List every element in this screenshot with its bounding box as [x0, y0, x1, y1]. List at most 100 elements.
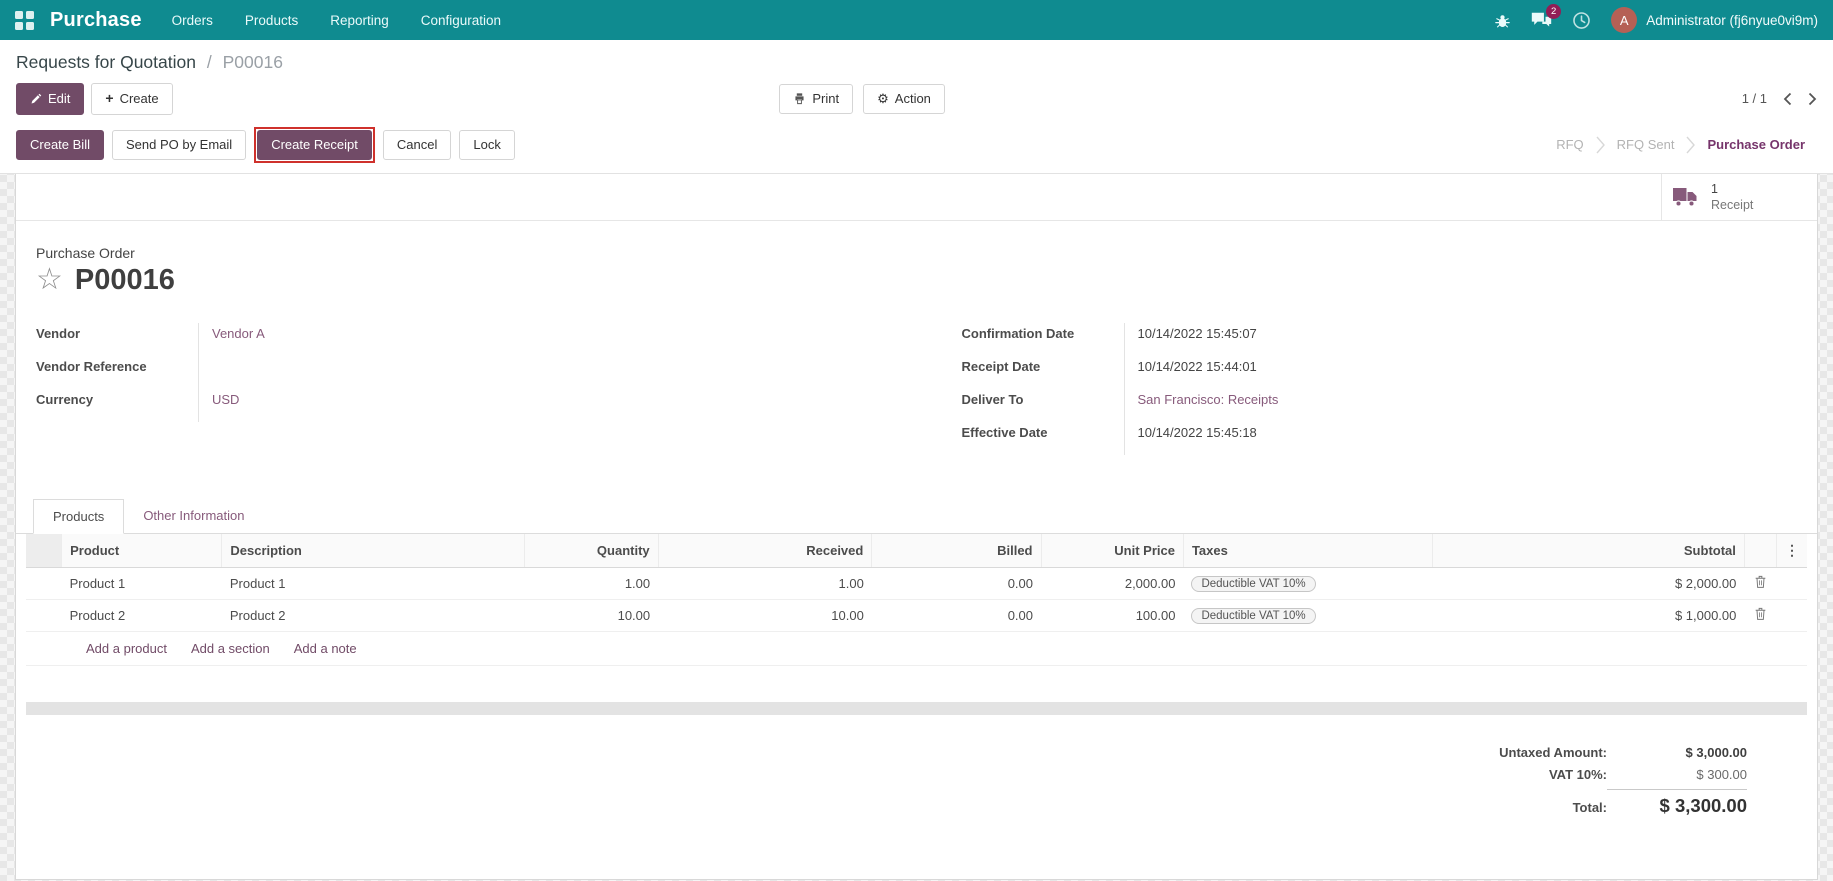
- table-row[interactable]: Product 2 Product 2 10.00 10.00 0.00 100…: [26, 599, 1807, 632]
- add-a-section-link[interactable]: Add a section: [191, 641, 270, 656]
- receipt-date-value[interactable]: 10/14/2022 15:44:01: [1123, 355, 1798, 389]
- cancel-button[interactable]: Cancel: [382, 129, 452, 160]
- cell-received[interactable]: 10.00: [658, 599, 872, 632]
- breadcrumb-parent[interactable]: Requests for Quotation: [16, 52, 196, 72]
- horizontal-scrollbar[interactable]: [26, 701, 1807, 715]
- breadcrumb-current: P00016: [222, 52, 283, 72]
- print-button-label: Print: [812, 90, 840, 106]
- row-handle[interactable]: [26, 599, 62, 632]
- menu-reporting[interactable]: Reporting: [330, 13, 389, 28]
- add-a-product-link[interactable]: Add a product: [86, 641, 167, 656]
- column-billed[interactable]: Billed: [871, 533, 1041, 568]
- debug-bug-icon[interactable]: [1494, 12, 1511, 29]
- pager-next-icon[interactable]: [1808, 92, 1817, 106]
- cell-product[interactable]: Product 2: [61, 599, 222, 632]
- cell-taxes[interactable]: Deductible VAT 10%: [1183, 599, 1433, 632]
- state-rfq[interactable]: RFQ: [1544, 133, 1595, 156]
- cell-billed[interactable]: 0.00: [871, 567, 1041, 600]
- confirmation-date-value[interactable]: 10/14/2022 15:45:07: [1123, 322, 1798, 356]
- state-purchase-order[interactable]: Purchase Order: [1695, 133, 1817, 156]
- receipt-count: 1: [1711, 181, 1718, 196]
- edit-button[interactable]: Edit: [16, 83, 85, 115]
- messages-icon[interactable]: 2: [1531, 4, 1562, 29]
- vendor-value[interactable]: Vendor A: [198, 322, 872, 356]
- column-product[interactable]: Product: [61, 533, 222, 568]
- table-row[interactable]: Product 1 Product 1 1.00 1.00 0.00 2,000…: [26, 567, 1807, 600]
- tab-products[interactable]: Products: [33, 498, 125, 534]
- statusbar: Create Bill Send PO by Email Create Rece…: [0, 124, 1833, 174]
- top-navbar: Purchase Orders Products Reporting Confi…: [0, 0, 1833, 40]
- column-quantity[interactable]: Quantity: [524, 533, 659, 568]
- menu-configuration[interactable]: Configuration: [421, 13, 501, 28]
- apps-grid-icon[interactable]: [15, 10, 34, 30]
- add-a-note-link[interactable]: Add a note: [294, 641, 357, 656]
- column-description[interactable]: Description: [221, 533, 525, 568]
- cell-received[interactable]: 1.00: [658, 567, 872, 600]
- menu-products[interactable]: Products: [245, 13, 298, 28]
- delete-line-icon[interactable]: [1754, 575, 1767, 589]
- row-handle[interactable]: [26, 567, 62, 600]
- action-button[interactable]: ⚙ Action: [863, 83, 945, 114]
- gear-icon: ⚙: [877, 91, 889, 107]
- app-title[interactable]: Purchase: [50, 9, 142, 32]
- confirmation-date-label: Confirmation Date: [961, 325, 1075, 341]
- deliver-to-value[interactable]: San Francisco: Receipts: [1123, 388, 1798, 422]
- state-rfq-sent[interactable]: RFQ Sent: [1605, 133, 1687, 156]
- vendor-reference-value[interactable]: [198, 355, 872, 389]
- chevron-right-icon: [1686, 135, 1696, 155]
- receipt-smart-button[interactable]: 1 Receipt: [1661, 173, 1817, 220]
- vendor-label: Vendor: [36, 325, 81, 341]
- column-unit-price[interactable]: Unit Price: [1040, 533, 1184, 568]
- currency-label: Currency: [36, 391, 94, 407]
- cell-quantity[interactable]: 10.00: [524, 599, 659, 632]
- right-field-group: Confirmation Date 10/14/2022 15:45:07 Re…: [961, 322, 1798, 455]
- notebook-tabs: Products Other Information: [16, 498, 1817, 534]
- total-value: $ 3,300.00: [1607, 788, 1747, 817]
- column-taxes[interactable]: Taxes: [1182, 533, 1433, 568]
- cell-product[interactable]: Product 1: [61, 567, 222, 600]
- truck-icon: [1672, 186, 1699, 208]
- print-button[interactable]: Print: [779, 83, 854, 114]
- cell-billed[interactable]: 0.00: [871, 599, 1041, 632]
- send-po-by-email-button[interactable]: Send PO by Email: [111, 129, 247, 160]
- cell-unit-price[interactable]: 2,000.00: [1041, 567, 1184, 600]
- create-receipt-highlight-box: Create Receipt: [254, 126, 375, 163]
- effective-date-value[interactable]: 10/14/2022 15:45:18: [1123, 421, 1798, 455]
- create-receipt-button[interactable]: Create Receipt: [257, 129, 372, 160]
- receipt-label: Receipt: [1711, 197, 1754, 212]
- order-lines-table: Product Description Quantity Received Bi…: [26, 533, 1807, 632]
- document-name: P00016: [74, 263, 175, 296]
- avatar: A: [1611, 7, 1638, 33]
- cell-unit-price[interactable]: 100.00: [1041, 599, 1184, 632]
- effective-date-label: Effective Date: [961, 424, 1048, 440]
- receipt-date-label: Receipt Date: [961, 358, 1041, 374]
- breadcrumb: Requests for Quotation / P00016: [16, 52, 1817, 73]
- smart-button-strip: 1 Receipt: [16, 173, 1817, 221]
- favorite-star-icon[interactable]: ☆: [36, 265, 63, 295]
- left-field-group: Vendor Vendor A Vendor Reference Currenc…: [36, 322, 872, 455]
- state-arrows: RFQ RFQ Sent Purchase Order: [1544, 133, 1817, 156]
- edit-button-label: Edit: [48, 90, 71, 106]
- tax-badge: Deductible VAT 10%: [1191, 607, 1316, 624]
- lock-button[interactable]: Lock: [459, 129, 515, 160]
- deliver-to-label: Deliver To: [961, 391, 1024, 407]
- vendor-reference-label: Vendor Reference: [36, 358, 147, 374]
- tax-badge: Deductible VAT 10%: [1191, 575, 1316, 592]
- cell-description[interactable]: Product 1: [221, 567, 525, 600]
- column-received[interactable]: Received: [657, 533, 872, 568]
- user-menu[interactable]: A Administrator (fj6nyue0vi9m): [1611, 7, 1818, 33]
- pager-previous-icon[interactable]: [1783, 92, 1792, 106]
- totals-block: Untaxed Amount: $ 3,000.00 VAT 10%: $ 30…: [16, 745, 1747, 824]
- create-bill-button[interactable]: Create Bill: [16, 129, 104, 160]
- chevron-right-icon: [1596, 135, 1605, 155]
- optional-columns-icon[interactable]: ⋮: [1775, 533, 1807, 568]
- activities-clock-icon[interactable]: [1572, 11, 1591, 30]
- cell-quantity[interactable]: 1.00: [524, 567, 659, 600]
- tab-other-information[interactable]: Other Information: [124, 499, 263, 533]
- cell-taxes[interactable]: Deductible VAT 10%: [1183, 567, 1433, 600]
- menu-orders[interactable]: Orders: [172, 13, 213, 28]
- cell-description[interactable]: Product 2: [221, 599, 525, 632]
- column-subtotal[interactable]: Subtotal: [1432, 533, 1745, 568]
- delete-line-icon[interactable]: [1754, 607, 1767, 621]
- currency-value[interactable]: USD: [198, 388, 872, 422]
